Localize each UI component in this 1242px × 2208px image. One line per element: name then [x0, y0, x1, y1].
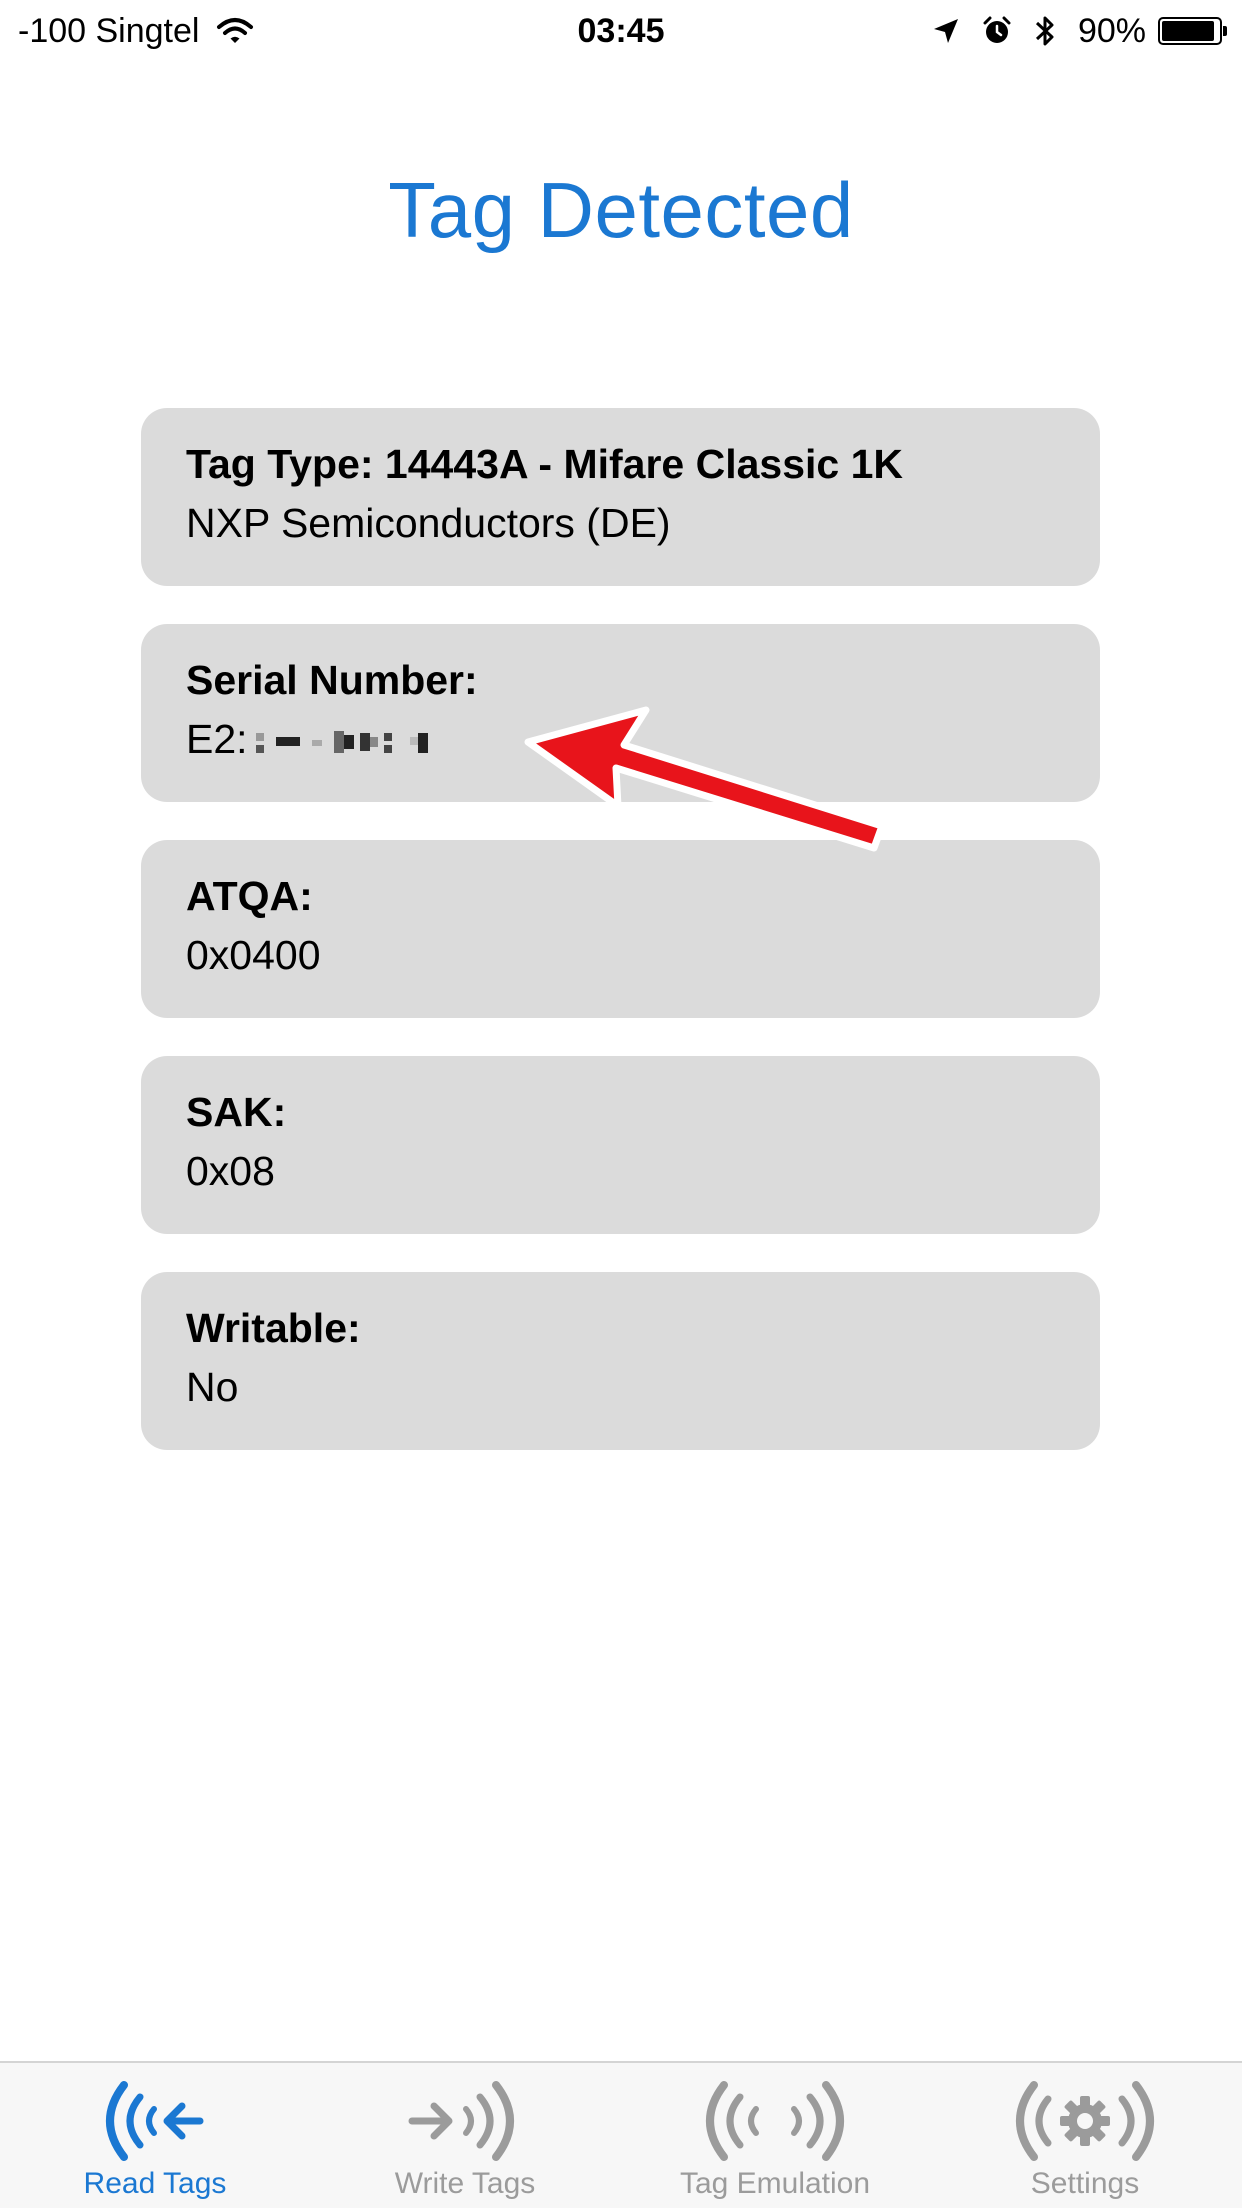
- bluetooth-icon: [1034, 14, 1056, 48]
- tab-label: Tag Emulation: [679, 2167, 871, 2200]
- status-bar: -100 Singtel 03:45 90%: [0, 0, 1242, 62]
- tag-manufacturer-value: NXP Semiconductors (DE): [186, 500, 671, 546]
- location-arrow-icon: [932, 17, 960, 45]
- writable-value: No: [186, 1364, 239, 1410]
- tab-settings[interactable]: Settings: [930, 2063, 1240, 2208]
- tab-label: Settings: [1030, 2167, 1140, 2200]
- sak-value: 0x08: [186, 1148, 275, 1194]
- tab-tag-emulation[interactable]: Tag Emulation: [620, 2063, 930, 2208]
- writable-label: Writable:: [186, 1305, 361, 1351]
- read-tags-icon: [106, 2081, 204, 2161]
- tab-read-tags[interactable]: Read Tags: [0, 2063, 310, 2208]
- tab-write-tags[interactable]: Write Tags: [310, 2063, 620, 2208]
- atqa-value: 0x0400: [186, 932, 321, 978]
- page-title: Tag Detected: [388, 166, 854, 254]
- write-tags-icon: [408, 2081, 514, 2161]
- sak-label: SAK:: [186, 1089, 287, 1135]
- tag-type-card: Tag Type: 14443A - Mifare Classic 1K NXP…: [141, 408, 1100, 586]
- tab-bar: Read Tags Write Tags Tag Emulation Setti…: [0, 2061, 1242, 2208]
- tab-label: Read Tags: [83, 2167, 227, 2200]
- tab-label: Write Tags: [394, 2167, 536, 2200]
- settings-icon: [1016, 2081, 1154, 2161]
- tag-type-label: Tag Type: 14443A - Mifare Classic 1K: [186, 441, 904, 487]
- writable-card: Writable: No: [141, 1272, 1100, 1450]
- tag-emulation-icon: [706, 2081, 844, 2161]
- serial-number-prefix: E2:: [186, 716, 248, 762]
- sak-card: SAK: 0x08: [141, 1056, 1100, 1234]
- redacted-serial: [250, 727, 440, 757]
- alarm-icon: [982, 16, 1012, 46]
- battery-percent: 90%: [1077, 11, 1146, 50]
- atqa-label: ATQA:: [186, 873, 313, 919]
- status-right: 90%: [932, 8, 1227, 54]
- red-arrow-annotation: [524, 706, 886, 852]
- battery-icon: [1158, 17, 1227, 45]
